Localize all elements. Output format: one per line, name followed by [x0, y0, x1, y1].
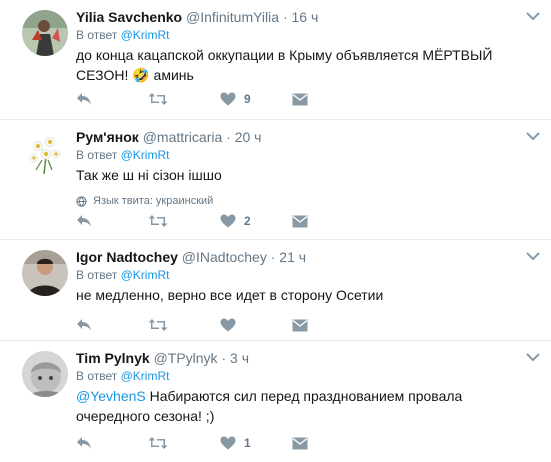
like-icon	[220, 92, 236, 106]
like-count: 1	[244, 436, 251, 450]
like-count: 2	[244, 214, 251, 228]
tweet-text: до конца кацапской оккупации в Крыму объ…	[76, 47, 493, 83]
reply-prefix: В ответ	[76, 369, 118, 383]
username[interactable]: @mattricaria	[143, 129, 223, 145]
tweet-actions: 2	[76, 212, 364, 230]
caret-down-icon[interactable]	[525, 130, 541, 142]
reply-context: В ответ @KrimRt	[76, 267, 531, 283]
like-button[interactable]	[220, 316, 292, 334]
tweet-header: Igor Nadtochey @INadtochey · 21 ч	[76, 248, 531, 266]
like-icon	[220, 318, 236, 332]
like-count: 9	[244, 92, 251, 106]
retweet-icon	[148, 215, 168, 227]
reply-to-link[interactable]: @KrimRt	[121, 28, 170, 42]
reply-context: В ответ @KrimRt	[76, 27, 531, 43]
avatar[interactable]	[22, 351, 68, 397]
timestamp[interactable]: 3 ч	[230, 350, 249, 366]
tweet-header: Рум'янок @mattricaria · 20 ч	[76, 128, 531, 146]
reply-prefix: В ответ	[76, 28, 118, 42]
tweet-header: Tim Pylnyk @TPylnyk · 3 ч	[76, 349, 531, 367]
tweet-actions: 1	[76, 434, 364, 452]
message-icon	[292, 93, 308, 105]
caret-down-icon[interactable]	[525, 250, 541, 262]
retweet-button[interactable]	[148, 90, 220, 108]
text-mention-link[interactable]: @YevhenS	[76, 388, 146, 404]
tweet-header: Yilia Savchenko @InfinitumYilia · 16 ч	[76, 8, 531, 26]
avatar[interactable]	[22, 130, 68, 176]
reply-context: В ответ @KrimRt	[76, 147, 531, 163]
tweet-text: @YevhenS Набираются сил перед празднован…	[76, 386, 531, 426]
retweet-button[interactable]	[148, 434, 220, 452]
separator: ·	[221, 350, 227, 366]
reply-prefix: В ответ	[76, 268, 118, 282]
tweet-text: Так же ш ні сізон ішшо	[76, 167, 222, 183]
tweet-language: Язык твита: украинский	[76, 193, 531, 209]
username[interactable]: @InfinitumYilia	[186, 9, 279, 25]
language-label[interactable]: Язык твита: украинский	[93, 193, 213, 209]
reply-button[interactable]	[76, 212, 148, 230]
tweet-actions	[76, 316, 364, 334]
caret-down-icon[interactable]	[525, 351, 541, 363]
like-icon	[220, 214, 236, 228]
reply-icon	[77, 437, 91, 449]
username[interactable]: @TPylnyk	[154, 350, 218, 366]
timestamp[interactable]: 16 ч	[292, 9, 319, 25]
like-button[interactable]: 2	[220, 212, 292, 230]
reply-button[interactable]	[76, 316, 148, 334]
retweet-button[interactable]	[148, 212, 220, 230]
retweet-icon	[148, 437, 168, 449]
reply-to-link[interactable]: @KrimRt	[121, 148, 170, 162]
direct-message-button[interactable]	[292, 212, 364, 230]
globe-icon	[76, 195, 87, 207]
timestamp[interactable]: 20 ч	[235, 129, 262, 145]
like-icon	[220, 436, 236, 450]
like-button[interactable]: 1	[220, 434, 292, 452]
reply-icon	[77, 93, 91, 105]
direct-message-button[interactable]	[292, 434, 364, 452]
separator: ·	[282, 9, 288, 25]
tweet-text: не медленно, верно все идет в сторону Ос…	[76, 287, 384, 303]
message-icon	[292, 319, 308, 331]
tweet[interactable]: Tim Pylnyk @TPylnyk · 3 ч В ответ @KrimR…	[0, 341, 551, 462]
retweet-icon	[148, 93, 168, 105]
reply-button[interactable]	[76, 90, 148, 108]
message-icon	[292, 215, 308, 227]
tweet[interactable]: Igor Nadtochey @INadtochey · 21 ч В отве…	[0, 240, 551, 341]
direct-message-button[interactable]	[292, 316, 364, 334]
fullname[interactable]: Yilia Savchenko	[76, 9, 182, 25]
reply-icon	[77, 319, 91, 331]
direct-message-button[interactable]	[292, 90, 364, 108]
reply-icon	[77, 215, 91, 227]
retweet-button[interactable]	[148, 316, 220, 334]
like-button[interactable]: 9	[220, 90, 292, 108]
fullname[interactable]: Рум'янок	[76, 129, 139, 145]
avatar[interactable]	[22, 250, 68, 296]
tweet-actions: 9	[76, 90, 364, 108]
tweet[interactable]: Yilia Savchenko @InfinitumYilia · 16 ч В…	[0, 0, 551, 120]
tweet-feed: Yilia Savchenko @InfinitumYilia · 16 ч В…	[0, 0, 551, 462]
retweet-icon	[148, 319, 168, 331]
avatar[interactable]	[22, 10, 68, 56]
reply-context: В ответ @KrimRt	[76, 368, 531, 384]
fullname[interactable]: Igor Nadtochey	[76, 249, 178, 265]
timestamp[interactable]: 21 ч	[279, 249, 306, 265]
message-icon	[292, 437, 308, 449]
fullname[interactable]: Tim Pylnyk	[76, 350, 150, 366]
reply-button[interactable]	[76, 434, 148, 452]
separator: ·	[226, 129, 231, 145]
reply-to-link[interactable]: @KrimRt	[121, 369, 170, 383]
tweet[interactable]: Рум'янок @mattricaria · 20 ч В ответ @Kr…	[0, 120, 551, 240]
username[interactable]: @INadtochey	[182, 249, 267, 265]
reply-to-link[interactable]: @KrimRt	[121, 268, 170, 282]
caret-down-icon[interactable]	[525, 10, 541, 22]
reply-prefix: В ответ	[76, 148, 118, 162]
separator: ·	[270, 249, 276, 265]
